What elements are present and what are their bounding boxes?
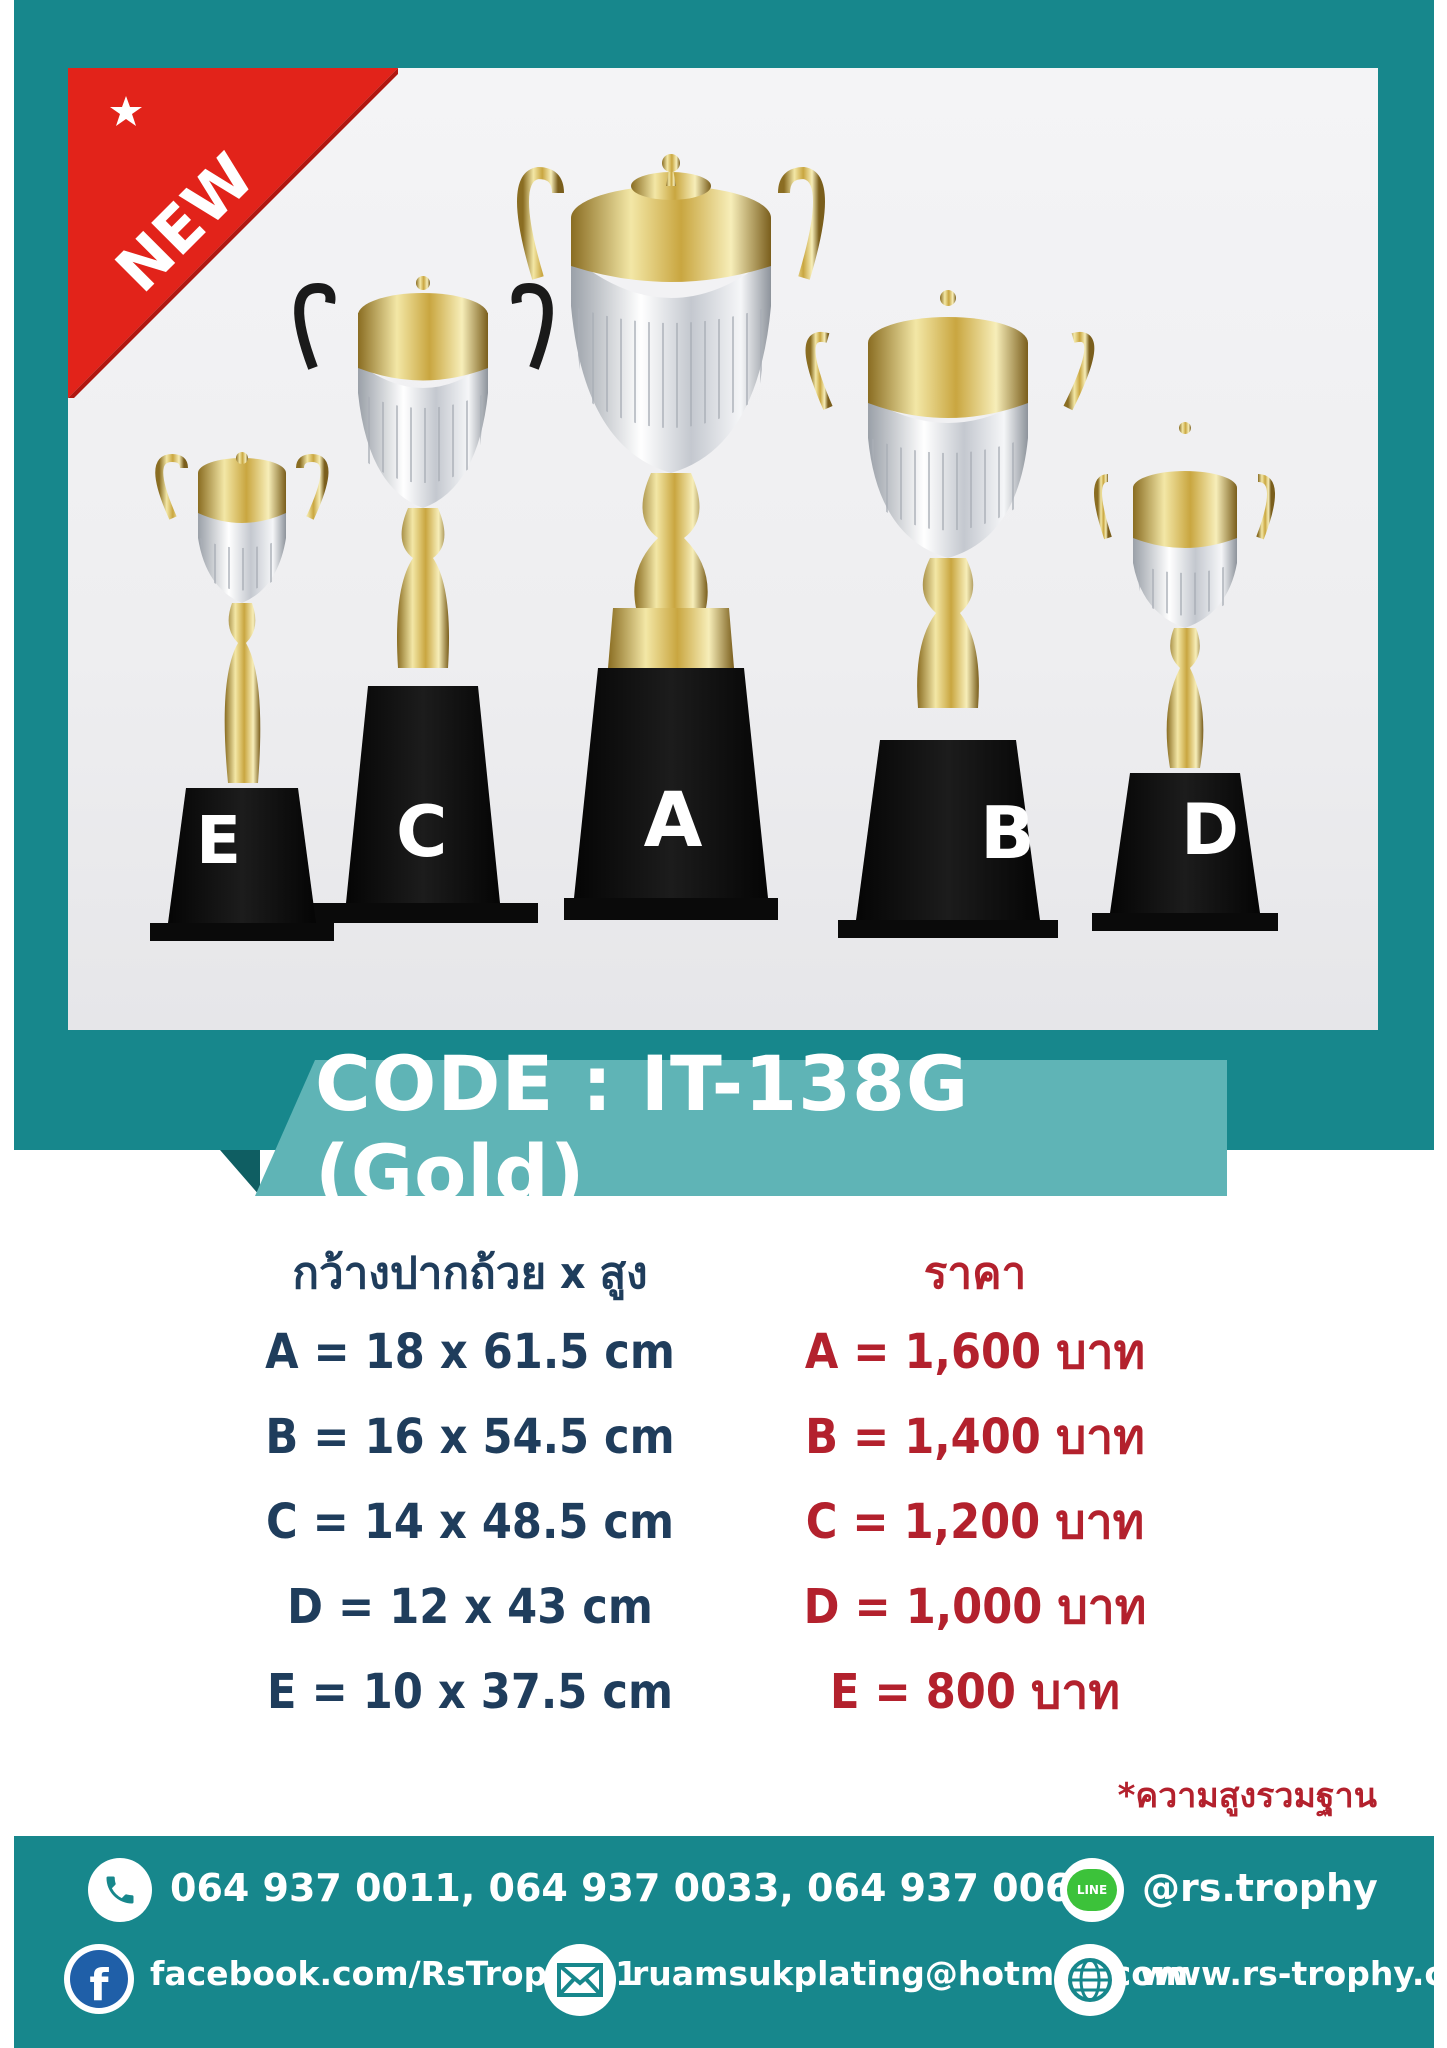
size-row: A = 18 x 61.5 cm bbox=[265, 1324, 675, 1380]
price-row: D = 1,000 บาท bbox=[803, 1579, 1147, 1635]
sizes-heading: กว้างปากถ้วย x สูง bbox=[292, 1248, 648, 1299]
price-row: B = 1,400 บาท bbox=[805, 1409, 1145, 1465]
globe-icon bbox=[1054, 1944, 1126, 2016]
prices-heading: ราคา bbox=[923, 1248, 1027, 1299]
prices-column: ราคา A = 1,600 บาท B = 1,400 บาท C = 1,2… bbox=[780, 1238, 1170, 1735]
product-code: CODE : IT-138G (Gold) bbox=[315, 1039, 970, 1217]
size-row: E = 10 x 37.5 cm bbox=[267, 1664, 673, 1720]
trophy-b bbox=[805, 290, 1095, 938]
phone-numbers[interactable]: 064 937 0011, 064 937 0033, 064 937 0066 bbox=[170, 1866, 1098, 1910]
sizes-column: กว้างปากถ้วย x สูง A = 18 x 61.5 cm B = … bbox=[210, 1238, 730, 1735]
phone-icon bbox=[88, 1858, 152, 1922]
trophy-e bbox=[150, 452, 334, 941]
price-row: C = 1,200 บาท bbox=[805, 1494, 1145, 1550]
line-id[interactable]: @rs.trophy bbox=[1142, 1866, 1378, 1910]
height-note: *ความสูงรวมฐาน bbox=[1117, 1776, 1377, 1816]
size-row: B = 16 x 54.5 cm bbox=[265, 1409, 675, 1465]
trophy-letter-a: A bbox=[644, 775, 703, 864]
trophy-illustration: E C A B D NEW bbox=[68, 68, 1278, 941]
price-row: A = 1,600 บาท bbox=[804, 1324, 1146, 1380]
trophy-letter-c: C bbox=[396, 791, 447, 873]
email-icon bbox=[544, 1944, 616, 2016]
trophy-letter-e: E bbox=[196, 802, 241, 879]
size-row: D = 12 x 43 cm bbox=[287, 1579, 653, 1635]
size-row: C = 14 x 48.5 cm bbox=[265, 1494, 675, 1550]
facebook-icon: f bbox=[64, 1944, 134, 2014]
trophy-letter-b: B bbox=[980, 791, 1035, 875]
price-row: E = 800 บาท bbox=[830, 1664, 1120, 1720]
line-icon: LINE bbox=[1060, 1858, 1124, 1922]
trophy-letter-d: D bbox=[1181, 789, 1239, 871]
website-link[interactable]: www.rs-trophy.com bbox=[1140, 1954, 1447, 1993]
product-photo: E C A B D NEW bbox=[68, 68, 1378, 1030]
